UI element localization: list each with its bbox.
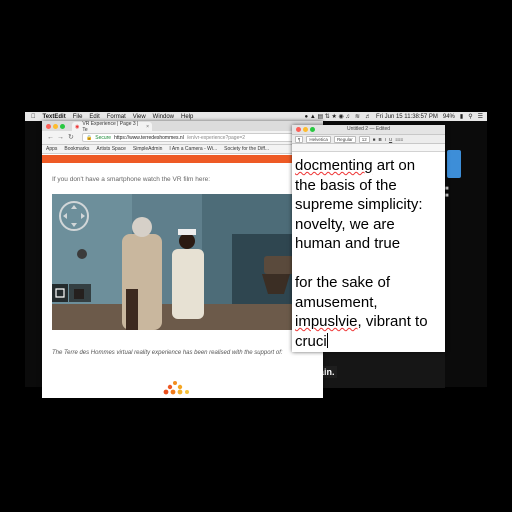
close-window-button[interactable] — [46, 124, 51, 129]
vr-video-player[interactable] — [52, 194, 312, 330]
font-size-select[interactable]: 12 — [358, 135, 370, 143]
battery-percent[interactable]: 94% — [443, 114, 455, 120]
spotlight-icon[interactable]: ⚲ — [468, 113, 472, 120]
bookmark-bookmarks[interactable]: Bookmarks — [64, 146, 89, 152]
misspelled-word[interactable]: docmenting — [295, 157, 373, 174]
text-line: , vibrant to — [357, 313, 428, 330]
forward-icon[interactable]: → — [57, 134, 64, 141]
text-line: for the sake of — [295, 274, 391, 291]
text-line: supreme simplicity: — [295, 196, 423, 213]
url-path: /en/vr-experience?page=2 — [186, 134, 246, 141]
battery-icon[interactable]: ▮ — [460, 113, 463, 120]
close-tab-icon[interactable]: × — [146, 124, 149, 130]
font-style-select[interactable]: Regular — [333, 135, 356, 143]
menu-file[interactable]: File — [73, 114, 83, 120]
clock[interactable]: Fri Jun 15 11:38:57 PM — [376, 114, 438, 120]
text-cursor — [326, 332, 328, 348]
reload-icon[interactable]: ↻ — [68, 134, 74, 141]
bookmark-simpleadmin[interactable]: SimpleAdmin — [133, 146, 162, 152]
status-icons[interactable]: ● ▲ ▤ ⇅ ★ ◉ ♫ — [305, 113, 350, 120]
bookmark-artists-space[interactable]: Artists Space — [96, 146, 125, 152]
video-frame — [52, 194, 312, 330]
browser-tab[interactable]: ◉ VR Experience | Page 3 | Te × — [72, 121, 152, 133]
url-bar[interactable]: 🔒 Secure https://www.terredeshommes.nl/e… — [82, 133, 318, 142]
site-favicon-icon: ◉ — [75, 123, 80, 130]
back-icon[interactable]: ← — [47, 134, 54, 141]
apple-icon[interactable]:  — [31, 114, 36, 120]
menu-app-name[interactable]: TextEdit — [43, 114, 66, 120]
tab-bar: ◉ VR Experience | Page 3 | Te × — [42, 121, 323, 133]
document-body[interactable]: docmenting art on the basis of the supre… — [295, 156, 445, 351]
partner-logo — [163, 381, 189, 395]
text-line: the basis of the — [295, 176, 397, 194]
document-title: Untitled 2 — Edited — [346, 126, 391, 132]
text-line: human and true — [295, 235, 401, 252]
page-text: If you don't have a smartphone watch the… — [52, 176, 211, 183]
underline-icon[interactable]: U — [389, 137, 392, 142]
browser-window: ◉ VR Experience | Page 3 | Te × ← → ↻ 🔒 … — [42, 121, 323, 398]
url-host: https://www.terredeshommes.nl — [114, 134, 184, 141]
align-icons[interactable]: ≡≡≡ — [395, 137, 403, 142]
background-video-window — [323, 352, 445, 388]
text-color-icon[interactable]: ■ — [373, 137, 376, 142]
menu-bar:  TextEdit File Edit Format View Window … — [25, 112, 487, 121]
lock-icon: 🔒 — [86, 134, 93, 141]
paragraph-style-select[interactable]: ¶ — [295, 135, 304, 143]
desktop-file-icon[interactable]: ■ ■ — [445, 186, 455, 204]
bold-icon[interactable]: B — [378, 137, 381, 142]
zoom-window-button[interactable] — [310, 127, 315, 132]
text-line: amusement, — [295, 293, 378, 311]
wifi-icon[interactable]: ≋ — [355, 113, 360, 120]
ruler[interactable] — [292, 144, 445, 152]
notification-icon[interactable]: ☰ — [478, 113, 483, 120]
text-line: art on — [372, 157, 416, 174]
menu-format[interactable]: Format — [107, 114, 126, 120]
volume-icon[interactable]: ♬ — [365, 114, 371, 120]
zoom-window-button[interactable] — [60, 124, 65, 129]
menu-view[interactable]: View — [133, 114, 146, 120]
format-toolbar: ¶ Helvetica Regular 12 ■ B I U ≡≡≡ — [292, 135, 445, 144]
menu-edit[interactable]: Edit — [89, 114, 99, 120]
desktop-folder-icon[interactable] — [447, 150, 461, 178]
minimize-window-button[interactable] — [53, 124, 58, 129]
address-toolbar: ← → ↻ 🔒 Secure https://www.terredeshomme… — [42, 131, 323, 145]
text-line: novelty, we are — [295, 215, 395, 233]
bookmarks-bar: Apps Bookmarks Artists Space SimpleAdmin… — [42, 145, 323, 154]
misspelled-word[interactable]: impuslvie — [295, 313, 358, 330]
textedit-titlebar[interactable]: Untitled 2 — Edited — [292, 125, 445, 135]
close-window-button[interactable] — [296, 127, 301, 132]
secure-label: Secure — [95, 134, 112, 141]
font-family-select[interactable]: Helvetica — [306, 135, 331, 143]
italic-icon[interactable]: I — [385, 137, 386, 142]
support-caption: The Terre des Hommes virtual reality exp… — [52, 350, 283, 356]
site-header-band — [42, 155, 323, 163]
bookmark-society[interactable]: Society for the Diff... — [224, 146, 269, 152]
menu-help[interactable]: Help — [181, 114, 193, 120]
bookmark-i-am-a-camera[interactable]: I Am a Camera - Wi... — [169, 146, 217, 152]
menu-window[interactable]: Window — [153, 114, 174, 120]
bookmark-apps[interactable]: Apps — [46, 146, 57, 152]
text-line: cruci — [295, 332, 327, 350]
textedit-window: Untitled 2 — Edited ¶ Helvetica Regular … — [292, 125, 445, 352]
minimize-window-button[interactable] — [303, 127, 308, 132]
